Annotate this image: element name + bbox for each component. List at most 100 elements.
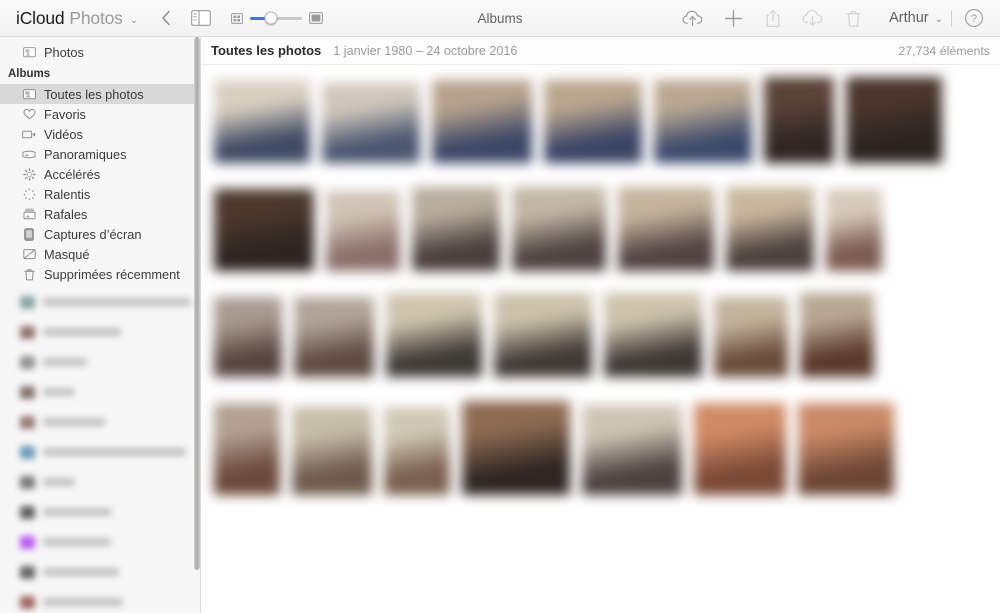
photo-image xyxy=(846,77,942,163)
chevron-down-icon: ⌄ xyxy=(934,14,943,25)
sidebar-item-photos[interactable]: Photos xyxy=(0,42,200,62)
photo-thumbnail[interactable] xyxy=(208,297,288,377)
delete-button[interactable] xyxy=(833,5,873,31)
sidebar-item-supprimees-recemment[interactable]: Supprimées récemment xyxy=(0,264,200,284)
photo-thumbnail[interactable] xyxy=(794,293,880,377)
add-button[interactable] xyxy=(713,5,753,31)
photo-thumbnail[interactable] xyxy=(288,297,380,377)
photo-thumbnail[interactable] xyxy=(708,297,794,377)
photo-thumbnail[interactable] xyxy=(208,189,320,271)
photo-image xyxy=(384,407,450,495)
sidebar-item-videos[interactable]: Vidéos xyxy=(0,124,200,144)
photo-image xyxy=(432,80,532,163)
upload-button[interactable] xyxy=(673,5,713,31)
photo-image xyxy=(714,297,788,377)
photo-large-icon xyxy=(309,12,324,24)
photo-thumbnail[interactable] xyxy=(538,80,648,163)
album-thumbnail xyxy=(20,445,35,459)
sidebar-item-redacted[interactable] xyxy=(0,442,200,462)
sidebar-item-redacted[interactable] xyxy=(0,562,200,582)
plus-icon xyxy=(724,9,742,27)
toolbar-divider xyxy=(951,9,952,27)
sidebar: Photos Albums Toutes les photos Favoris … xyxy=(0,37,201,613)
photo-thumbnail[interactable] xyxy=(406,187,506,271)
photo-thumbnail[interactable] xyxy=(758,77,840,163)
photo-image xyxy=(544,80,642,163)
album-icon xyxy=(22,87,36,101)
share-button[interactable] xyxy=(753,5,793,31)
photo-thumbnail[interactable] xyxy=(208,403,286,495)
photo-thumbnail[interactable] xyxy=(820,189,888,271)
album-label-redacted xyxy=(43,388,75,396)
sidebar-item-redacted[interactable] xyxy=(0,382,200,402)
photo-thumbnail[interactable] xyxy=(456,401,576,495)
sidebar-item-redacted[interactable] xyxy=(0,352,200,372)
photo-thumbnail[interactable] xyxy=(688,403,792,495)
item-count-label: 27,734 éléments xyxy=(898,43,990,58)
photo-thumbnail[interactable] xyxy=(488,293,598,377)
thumbnail-size-slider[interactable] xyxy=(231,11,324,25)
sidebar-item-label: Ralentis xyxy=(44,186,91,202)
sidebar-item-redacted[interactable] xyxy=(0,322,200,342)
photo-image xyxy=(294,297,374,377)
photo-thumbnail[interactable] xyxy=(286,407,378,495)
sidebar-item-toutes-les-photos[interactable]: Toutes les photos xyxy=(0,84,200,104)
sidebar-item-panoramiques[interactable]: Panoramiques xyxy=(0,144,200,164)
photo-image xyxy=(214,297,282,377)
photo-grid-row xyxy=(208,185,994,271)
panorama-icon xyxy=(22,147,36,161)
photos-icon xyxy=(22,45,36,59)
photo-thumbnail[interactable] xyxy=(378,407,456,495)
photo-thumbnail[interactable] xyxy=(576,405,688,495)
photo-thumbnail[interactable] xyxy=(316,83,426,163)
account-name-label: Arthur xyxy=(889,10,929,26)
download-button[interactable] xyxy=(793,5,833,31)
sidebar-item-redacted[interactable] xyxy=(0,412,200,432)
sidebar-group-albums: Albums xyxy=(8,68,51,80)
photo-grid-row xyxy=(208,399,994,495)
photo-image xyxy=(386,293,482,377)
sidebar-item-redacted[interactable] xyxy=(0,592,200,612)
app-brand[interactable]: iCloud Photos ⌄ xyxy=(16,8,138,29)
photo-thumbnail[interactable] xyxy=(426,80,538,163)
photo-thumbnail[interactable] xyxy=(598,293,708,377)
sidebar-item-redacted[interactable] xyxy=(0,472,200,492)
sidebar-item-redacted[interactable] xyxy=(0,292,200,312)
back-button[interactable] xyxy=(158,8,174,28)
album-label-redacted xyxy=(43,418,105,426)
slider-track[interactable] xyxy=(250,11,303,25)
sidebar-item-captures-d-ecran[interactable]: Captures d’écran xyxy=(0,224,200,244)
svg-text:?: ? xyxy=(971,13,977,25)
album-label-redacted xyxy=(43,448,186,456)
photo-image xyxy=(512,187,606,271)
album-label-redacted xyxy=(43,478,75,486)
sidebar-scrollbar[interactable] xyxy=(194,37,200,570)
photo-thumbnail[interactable] xyxy=(792,403,900,495)
sidebar-toggle-button[interactable] xyxy=(190,8,212,28)
photo-thumbnail[interactable] xyxy=(208,80,316,163)
photo-thumbnail[interactable] xyxy=(612,187,720,271)
sidebar-item-favoris[interactable]: Favoris xyxy=(0,104,200,124)
photo-thumbnail[interactable] xyxy=(380,293,488,377)
sidebar-item-redacted[interactable] xyxy=(0,532,200,552)
photo-thumbnail[interactable] xyxy=(720,187,820,271)
sidebar-item-masque[interactable]: Masqué xyxy=(0,244,200,264)
sidebar-item-rafales[interactable]: Rafales xyxy=(0,204,200,224)
sidebar-item-acceleres[interactable]: Accélérés xyxy=(0,164,200,184)
photo-thumbnail[interactable] xyxy=(320,191,406,271)
sidebar-item-redacted[interactable] xyxy=(0,502,200,522)
photo-image xyxy=(798,403,894,495)
sidebar-item-label: Supprimées récemment xyxy=(44,266,180,282)
photo-thumbnail[interactable] xyxy=(840,77,948,163)
sidebar-item-label: Panoramiques xyxy=(44,146,127,162)
sidebar-item-ralentis[interactable]: Ralentis xyxy=(0,184,200,204)
slider-thumb[interactable] xyxy=(264,11,278,25)
content-header: Toutes les photos 1 janvier 1980 – 24 oc… xyxy=(202,37,1000,65)
help-button[interactable]: ? xyxy=(962,6,986,30)
photo-thumbnail[interactable] xyxy=(648,80,758,163)
hidden-icon xyxy=(22,247,36,261)
photo-image xyxy=(494,293,592,377)
photo-image xyxy=(326,191,400,271)
account-menu[interactable]: Arthur ⌄ xyxy=(889,10,943,26)
photo-thumbnail[interactable] xyxy=(506,187,612,271)
